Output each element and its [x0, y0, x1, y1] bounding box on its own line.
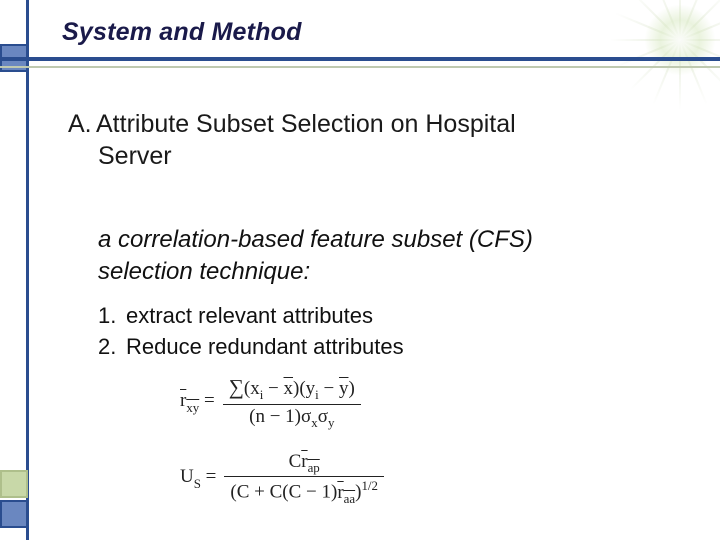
subheading-line2: selection technique: [98, 258, 310, 285]
section-heading: A.Attribute Subset Selection on Hospital… [68, 108, 668, 172]
corner-square-blue-bottom [0, 500, 28, 528]
list-item: 1. extract relevant attributes [98, 300, 658, 331]
numbered-list: 1. extract relevant attributes 2. Reduce… [98, 300, 658, 362]
section-marker: A. [68, 108, 96, 140]
list-item-text: extract relevant attributes [126, 300, 373, 331]
subheading-italic: a correlation-based feature subset (CFS)… [98, 224, 658, 287]
formula-merit: US = Crap (C + C(C − 1)raa)1/2 [180, 450, 560, 508]
section-heading-line2: Server [68, 140, 668, 172]
list-item-text: Reduce redundant attributes [126, 331, 404, 362]
left-vertical-rule [26, 0, 29, 540]
title-rule-secondary [0, 66, 720, 68]
slide: System and Method A.Attribute Subset Sel… [0, 0, 720, 540]
formula-correlation: rxy = ∑(xi − x)(yi − y) (n − 1)σxσy [180, 374, 560, 432]
starburst-decoration [610, 0, 720, 110]
formula-block: rxy = ∑(xi − x)(yi − y) (n − 1)σxσy US = [180, 374, 560, 526]
list-item-number: 2. [98, 331, 126, 362]
section-heading-line1: Attribute Subset Selection on Hospital [96, 110, 516, 138]
subheading-line1: a correlation-based feature subset (CFS) [98, 226, 533, 253]
list-item: 2. Reduce redundant attributes [98, 331, 658, 362]
corner-square-green [0, 470, 28, 498]
list-item-number: 1. [98, 300, 126, 331]
title-rule-primary [0, 57, 720, 61]
slide-title: System and Method [62, 18, 302, 47]
